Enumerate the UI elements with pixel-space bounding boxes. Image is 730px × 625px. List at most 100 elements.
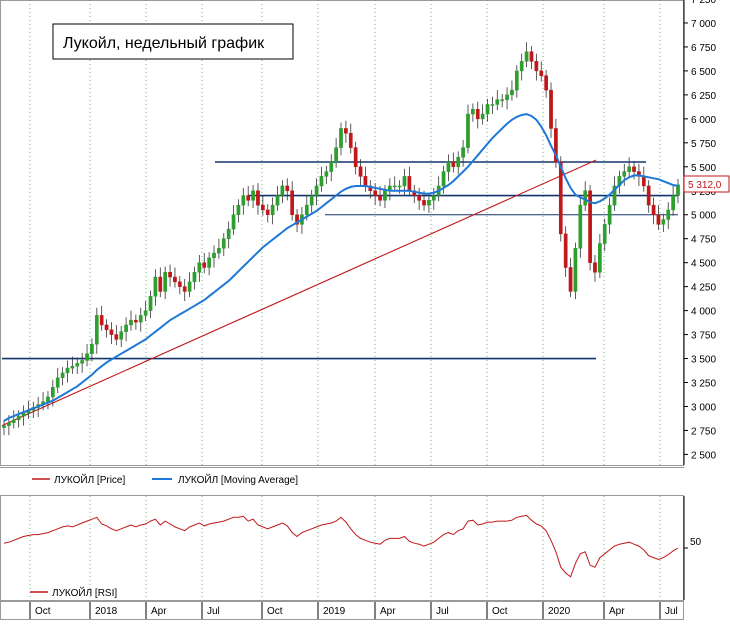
candle-body: [514, 70, 519, 91]
candle-body: [558, 161, 563, 235]
y-tick-label: 2 500: [691, 450, 716, 461]
y-tick-label: 4 750: [691, 235, 716, 246]
candle-body: [348, 132, 353, 148]
candle-body: [461, 147, 465, 158]
candle-body: [50, 387, 55, 398]
chart-window: 7 250 7 000 6 750 6 500 6 250 6 000 5 750 5 500…: [0, 0, 730, 620]
candle-body: [334, 147, 338, 163]
candle-body: [666, 209, 671, 220]
candle-body: [16, 415, 21, 421]
candle-body: [500, 99, 505, 101]
y-tick-label: 3 000: [691, 402, 716, 413]
candle-body: [192, 271, 197, 283]
candle-body: [114, 334, 119, 340]
candle-body: [671, 195, 675, 211]
candle-body: [99, 315, 104, 326]
candle-body: [212, 252, 216, 259]
candle-body: [353, 147, 358, 168]
candle-body: [153, 276, 158, 297]
candle-body: [173, 276, 177, 283]
candle-body: [651, 204, 656, 215]
candle-body: [46, 396, 50, 402]
x-tick-label: Oct: [267, 606, 283, 617]
candle-body: [275, 195, 280, 206]
candle-body: [490, 104, 495, 106]
candle-body: [510, 89, 514, 96]
y-axis: 7 250 7 000 6 750 6 500 6 250 6 000 5 750 5 500…: [683, 0, 716, 465]
candle-body: [578, 204, 583, 249]
candle-body: [417, 195, 421, 201]
x-tick-label: Oct: [35, 606, 51, 617]
candle-body: [422, 200, 426, 206]
candle-body: [231, 214, 236, 230]
candle-body: [602, 224, 607, 244]
candle-body: [456, 156, 461, 168]
candle-body: [119, 331, 124, 340]
chart-title: Лукойл, недельный график: [63, 35, 265, 52]
y-tick-label: 4 000: [691, 307, 716, 318]
y-tick-label: 5 500: [691, 163, 716, 174]
y-tick-label: 3 500: [691, 355, 716, 366]
candle-body: [202, 262, 207, 268]
candle-body: [632, 166, 636, 172]
candle-body: [246, 195, 251, 201]
candle-body: [402, 176, 407, 187]
candle-body: [475, 109, 480, 120]
y-tick-label: 6 250: [691, 91, 716, 102]
y-tick-label: 6 000: [691, 115, 716, 126]
y-tick-label: 7 250: [691, 0, 716, 6]
y-tick-label: 4 500: [691, 259, 716, 270]
candle-body: [256, 190, 260, 206]
candle-body: [539, 70, 544, 76]
candle-body: [314, 185, 319, 196]
legend-price-label: ЛУКОЙЛ [Price]: [54, 473, 125, 486]
candle-body: [60, 372, 65, 378]
candle-body: [397, 185, 402, 188]
legend-rsi-label: ЛУКОЙЛ [RSI]: [52, 586, 117, 599]
candle-body: [427, 200, 431, 206]
candle-body: [290, 190, 295, 215]
candle-body: [339, 128, 343, 148]
candle-body: [373, 190, 378, 196]
candle-body: [94, 315, 99, 345]
candle-body: [549, 89, 553, 129]
candle-body: [441, 171, 446, 187]
candle-body: [217, 248, 221, 254]
candle-body: [129, 319, 133, 326]
candle-body: [529, 51, 534, 62]
candle-body: [505, 94, 509, 100]
last-price-label: 5 312,0: [688, 180, 722, 191]
candle-body: [207, 257, 211, 268]
candle-body: [134, 319, 138, 323]
candle-body: [519, 61, 524, 72]
candle-body: [261, 204, 265, 211]
candle-body: [265, 209, 270, 215]
candle-body: [661, 219, 666, 225]
candle-body: [168, 271, 172, 278]
candle-body: [431, 195, 436, 201]
candle-body: [65, 367, 70, 374]
x-tick-label: Oct: [492, 606, 508, 617]
candle-body: [55, 377, 60, 388]
candle-body: [270, 204, 275, 215]
candle-body: [143, 310, 148, 316]
candle-body: [598, 243, 602, 273]
y-tick-label: 7 000: [691, 19, 716, 30]
candle-body: [177, 281, 182, 287]
candle-body: [485, 104, 490, 115]
candle-body: [593, 262, 597, 273]
x-tick-label: Apr: [151, 606, 167, 617]
candle-body: [466, 113, 470, 148]
candle-body: [241, 195, 246, 206]
x-tick-label: Apr: [609, 606, 625, 617]
x-tick-label: Jul: [207, 606, 220, 617]
candle-body: [563, 233, 568, 268]
y-tick-label: 6 750: [691, 43, 716, 54]
candle-body: [451, 161, 456, 168]
candle-body: [226, 228, 231, 239]
candle-body: [344, 128, 348, 134]
candle-body: [568, 267, 573, 292]
candle-body: [104, 324, 109, 331]
rsi-pane: [0, 495, 684, 601]
legend-ma-label: ЛУКОЙЛ [Moving Average]: [178, 473, 298, 486]
